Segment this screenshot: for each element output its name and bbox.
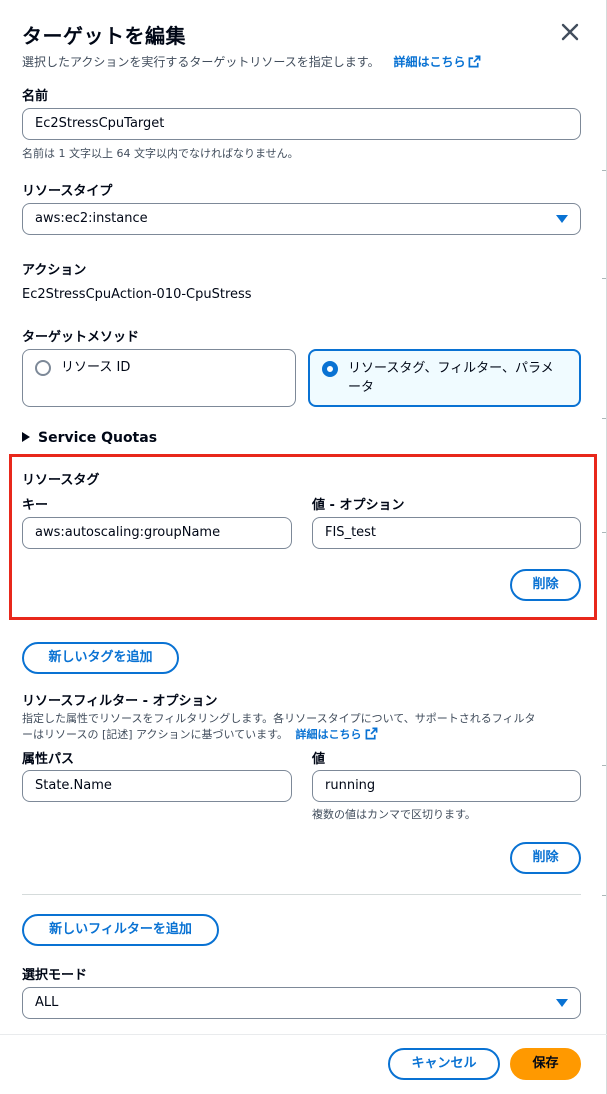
edit-target-modal: ターゲットを編集 選択したアクションを実行するターゲットリソースを指定します。 …: [0, 0, 607, 1094]
learn-more-link[interactable]: 詳細はこちら: [393, 55, 481, 69]
resource-tags-option-line2: ータ: [348, 380, 375, 395]
service-quotas-expander[interactable]: Service Quotas: [22, 430, 157, 446]
close-icon[interactable]: [558, 20, 582, 44]
tag-value-input[interactable]: FIS_test: [312, 517, 581, 549]
filter-learn-more-link[interactable]: 詳細はこちら: [295, 727, 378, 741]
filter-value-input[interactable]: running: [312, 770, 581, 802]
caret-right-icon: [22, 432, 30, 442]
add-tag-button[interactable]: 新しいタグを追加: [22, 642, 179, 674]
cancel-button[interactable]: キャンセル: [388, 1048, 500, 1080]
radio-unselected-icon: [35, 360, 51, 376]
target-method-resource-tags[interactable]: リソースタグ、フィルター、パラメ ータ: [308, 349, 581, 407]
selection-mode-value: ALL: [35, 995, 59, 1010]
name-label: 名前: [22, 89, 49, 104]
modal-title: ターゲットを編集: [22, 24, 186, 48]
learn-more-text: 詳細はこちら: [393, 55, 466, 69]
tag-key-input[interactable]: aws:autoscaling:groupName: [22, 517, 292, 549]
filter-learn-more-text: 詳細はこちら: [295, 728, 362, 741]
resource-filter-label: リソースフィルター - オプション: [22, 694, 218, 709]
divider: [22, 894, 581, 895]
attribute-path-label: 属性パス: [22, 752, 75, 767]
action-label: アクション: [22, 263, 87, 278]
name-input[interactable]: Ec2StressCpuTarget: [22, 108, 581, 140]
resource-tags-option-line1: リソースタグ、フィルター、パラメ: [348, 361, 554, 376]
resource-filter-description-1: 指定した属性でリソースをフィルタリングします。各リソースタイプについて、サポート…: [22, 712, 536, 725]
selection-mode-label: 選択モード: [22, 968, 88, 983]
resource-filter-description-2-text: ーはリソースの [記述] アクションに基づいています。: [22, 728, 289, 741]
radio-selected-icon: [322, 361, 338, 377]
caret-down-icon: [556, 999, 568, 1007]
resource-filter-description-2: ーはリソースの [記述] アクションに基づいています。 詳細はこちら: [22, 726, 378, 742]
tag-value-label: 値 - オプション: [312, 498, 405, 513]
target-method-resource-id[interactable]: リソース ID: [22, 349, 296, 407]
external-link-icon: [469, 55, 481, 68]
target-method-label: ターゲットメソッド: [22, 330, 140, 345]
add-filter-button[interactable]: 新しいフィルターを追加: [22, 914, 219, 946]
name-hint: 名前は 1 文字以上 64 文字以内でなければなりません。: [22, 147, 299, 160]
tag-key-label: キー: [22, 498, 49, 513]
footer-divider: [0, 1034, 607, 1035]
remove-filter-button[interactable]: 削除: [510, 842, 581, 874]
resource-tags-option-label: リソースタグ、フィルター、パラメ ータ: [348, 359, 554, 397]
attribute-path-input[interactable]: State.Name: [22, 770, 292, 802]
action-value: Ec2StressCpuAction-010-CpuStress: [22, 287, 252, 302]
remove-tag-button[interactable]: 削除: [510, 569, 581, 601]
resource-id-label: リソース ID: [61, 360, 131, 375]
resource-tags-label: リソースタグ: [22, 473, 100, 488]
modal-description: 選択したアクションを実行するターゲットリソースを指定します。 詳細はこちら: [22, 53, 481, 70]
filter-value-hint: 複数の値はカンマで区切ります。: [312, 808, 476, 821]
resource-type-select[interactable]: aws:ec2:instance: [22, 203, 581, 235]
resource-type-label: リソースタイプ: [22, 184, 113, 199]
caret-down-icon: [556, 215, 568, 223]
filter-value-label: 値: [312, 752, 326, 767]
external-link-icon: [365, 727, 377, 740]
resource-type-value: aws:ec2:instance: [35, 211, 148, 226]
selection-mode-select[interactable]: ALL: [22, 987, 581, 1019]
service-quotas-label: Service Quotas: [38, 430, 158, 446]
description-text: 選択したアクションを実行するターゲットリソースを指定します。: [22, 55, 380, 69]
save-button[interactable]: 保存: [510, 1048, 581, 1080]
